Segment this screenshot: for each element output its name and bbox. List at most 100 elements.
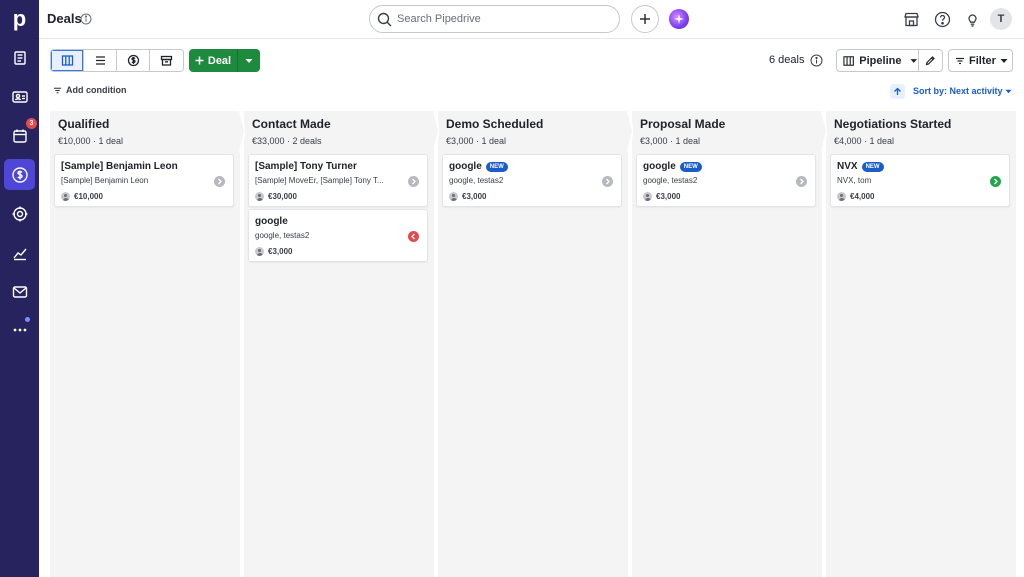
quick-add-button[interactable] (631, 5, 659, 33)
deal-value: €3,000 (643, 192, 680, 201)
add-deal-button-group: Deal (189, 49, 260, 72)
filter-button[interactable]: Filter (948, 49, 1013, 72)
deal-contact: google, testas2 (449, 176, 504, 185)
planned-activity-icon[interactable] (990, 176, 1001, 187)
deal-title: NVX NEW (837, 161, 884, 172)
more-icon[interactable] (4, 314, 35, 345)
pipeline-view-icon (61, 55, 73, 66)
search-input[interactable] (397, 10, 612, 28)
stage-column-contact-made: Contact Made €33,000 · 2 deals [Sample] … (244, 111, 434, 577)
stage-column-proposal-made: Proposal Made €3,000 · 1 deal google NEW … (632, 111, 822, 577)
deal-value: €4,000 (837, 192, 874, 201)
insights-icon[interactable] (4, 237, 35, 268)
help-icon[interactable] (932, 9, 952, 29)
deal-card[interactable]: google NEW google, testas2 €3,000 (442, 154, 622, 207)
info-icon[interactable] (810, 54, 823, 67)
person-icon (255, 192, 264, 201)
deal-value: €10,000 (61, 192, 103, 201)
overdue-activity-icon[interactable] (408, 231, 419, 242)
add-deal-dropdown-button[interactable] (238, 49, 260, 72)
deal-contact: google, testas2 (255, 231, 310, 240)
stage-summary: €3,000 · 1 deal (640, 136, 701, 146)
pipeline-view-button[interactable] (51, 50, 84, 71)
deal-card[interactable]: NVX NEW NVX, tom €4,000 (830, 154, 1010, 207)
deal-card[interactable]: google NEW google, testas2 €3,000 (636, 154, 816, 207)
person-icon (255, 247, 264, 256)
stage-summary: €33,000 · 2 deals (252, 136, 322, 146)
mail-icon[interactable] (4, 276, 35, 307)
archive-icon (160, 55, 173, 66)
stage-summary: €3,000 · 1 deal (446, 136, 507, 146)
ai-assistant-button[interactable] (665, 5, 693, 33)
schedule-activity-icon[interactable] (602, 176, 613, 187)
new-badge: NEW (679, 161, 702, 172)
caret-down-icon (910, 58, 918, 63)
search-box[interactable] (369, 5, 620, 33)
stage-title: Proposal Made (640, 117, 726, 131)
deal-card[interactable]: [Sample] Tony Turner [Sample] MoveEr, [S… (248, 154, 428, 207)
view-switcher (50, 49, 184, 72)
leads-icon[interactable] (4, 42, 35, 73)
stage-summary: €4,000 · 1 deal (834, 136, 895, 146)
stage-header: Demo Scheduled €3,000 · 1 deal (438, 111, 628, 151)
stage-header: Proposal Made €3,000 · 1 deal (632, 111, 822, 151)
plus-icon (195, 56, 204, 65)
add-deal-label: Deal (207, 54, 232, 67)
deal-count: 6 deals (769, 54, 805, 66)
add-deal-button[interactable]: Deal (189, 49, 238, 72)
deal-card[interactable]: [Sample] Benjamin Leon [Sample] Benjamin… (54, 154, 234, 207)
stage-summary: €10,000 · 1 deal (58, 136, 124, 146)
add-condition-button[interactable]: Add condition (53, 85, 127, 95)
pipeline-icon (843, 55, 854, 66)
stage-title: Demo Scheduled (446, 117, 544, 131)
notification-dot (25, 317, 30, 322)
stage-column-qualified: Qualified €10,000 · 1 deal [Sample] Benj… (50, 111, 240, 577)
stage-chevron (624, 111, 633, 151)
arrow-up-icon (894, 87, 901, 95)
stage-title: Qualified (58, 117, 110, 131)
contacts-icon[interactable] (4, 81, 35, 112)
deal-title: google NEW (643, 161, 702, 172)
stage-column-demo-scheduled: Demo Scheduled €3,000 · 1 deal google NEW… (438, 111, 628, 577)
schedule-activity-icon[interactable] (408, 176, 419, 187)
deal-contact: google, testas2 (643, 176, 698, 185)
pipeline-select[interactable]: Pipeline (836, 49, 919, 72)
add-condition-label: Add condition (66, 85, 127, 95)
forecast-view-icon (127, 54, 139, 67)
sort-direction-button[interactable] (890, 84, 905, 99)
schedule-activity-icon[interactable] (796, 176, 807, 187)
edit-pipeline-button[interactable] (918, 49, 943, 72)
marketplace-icon[interactable] (901, 9, 921, 29)
deal-contact: [Sample] MoveEr, [Sample] Tony T... (255, 176, 384, 185)
filter-label: Filter (969, 54, 996, 67)
list-view-button[interactable] (84, 50, 117, 71)
archive-view-button[interactable] (150, 50, 183, 71)
pipeline-label: Pipeline (859, 54, 902, 67)
pencil-icon (925, 56, 935, 66)
deal-card[interactable]: google google, testas2 €3,000 (248, 209, 428, 262)
tips-lightbulb-icon[interactable] (962, 9, 982, 29)
deals-icon[interactable] (4, 159, 35, 190)
filter-icon (53, 87, 62, 93)
stage-title: Negotiations Started (834, 117, 952, 131)
stage-title: Contact Made (252, 117, 331, 131)
forecast-view-button[interactable] (117, 50, 150, 71)
page-title: Deals (47, 11, 82, 26)
info-icon[interactable] (80, 13, 92, 25)
plus-icon (640, 14, 650, 24)
person-icon (449, 192, 458, 201)
deal-contact: [Sample] Benjamin Leon (61, 176, 149, 185)
projects-icon[interactable] (4, 198, 35, 229)
schedule-activity-icon[interactable] (214, 176, 225, 187)
deal-title: google (255, 216, 288, 227)
activities-badge: 3 (26, 118, 37, 129)
pipedrive-logo[interactable]: p (0, 6, 39, 32)
deal-value: €3,000 (449, 192, 486, 201)
deal-title: google NEW (449, 161, 508, 172)
caret-down-icon (1004, 89, 1012, 93)
filter-icon (956, 57, 964, 64)
sort-by-button[interactable]: Sort by: Next activity (913, 86, 1012, 96)
user-avatar[interactable]: T (990, 8, 1012, 30)
caret-down-icon (1000, 58, 1008, 63)
person-icon (643, 192, 652, 201)
